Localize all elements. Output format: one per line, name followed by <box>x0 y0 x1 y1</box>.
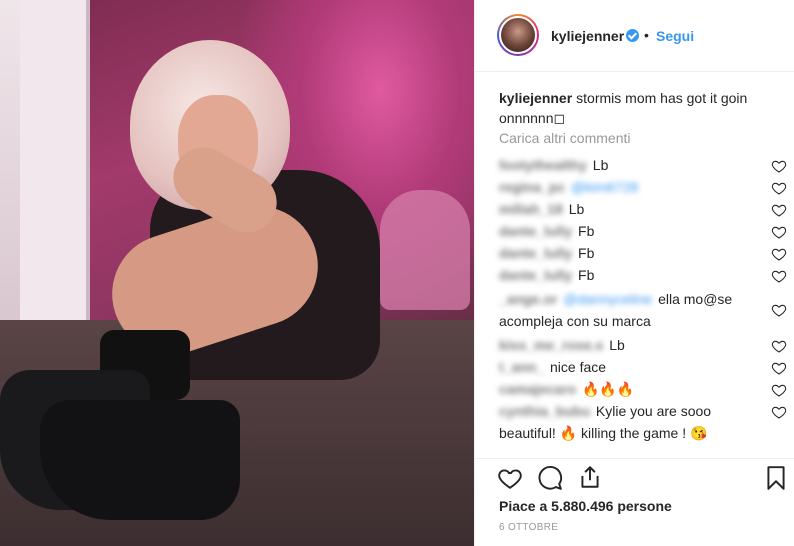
likes-count[interactable]: Piace a 5.880.496 persone <box>499 498 672 514</box>
share-icon[interactable] <box>577 464 603 490</box>
comment-text: nice face <box>550 359 607 375</box>
comment-text: Fb <box>578 245 595 261</box>
comment-like-heart-icon[interactable] <box>771 338 787 354</box>
comment-item: regina_pc @kim6728 <box>499 176 787 198</box>
comment-item: kiss_me_rose.s Lb <box>499 334 787 356</box>
comment-username[interactable]: cynthia_bubu <box>499 400 590 422</box>
post-caption: kyliejenner stormis mom has got it goin o… <box>499 88 779 128</box>
comment-item: footythealthy Lb <box>499 154 787 176</box>
comment-like-heart-icon[interactable] <box>771 302 787 318</box>
story-ring[interactable] <box>497 14 539 56</box>
comment-username[interactable]: dante_lully <box>499 264 572 286</box>
comment-like-heart-icon[interactable] <box>771 246 787 262</box>
post-header: kyliejenner • Segui <box>475 0 794 72</box>
comment-text: Lb <box>592 157 609 173</box>
comments-list: footythealthy Lb regina_pc @kim6728 mill… <box>499 154 787 444</box>
post-photo[interactable] <box>0 0 474 546</box>
post-author-username[interactable]: kyliejenner <box>551 28 624 44</box>
comment-item: t_ann_ nice face <box>499 356 787 378</box>
comment-item: dante_lully Fb <box>499 220 787 242</box>
photo-boot <box>40 400 240 520</box>
comment-username[interactable]: footythealthy <box>499 154 587 176</box>
comment-username[interactable]: kiss_me_rose.s <box>499 334 603 356</box>
load-more-comments-button[interactable]: Carica altri commenti <box>499 130 630 146</box>
comment-username[interactable]: t_ann_ <box>499 356 544 378</box>
comment-mention[interactable]: @kim6728 <box>571 176 638 198</box>
comment-item: dante_lully Fb <box>499 264 787 286</box>
comment-like-heart-icon[interactable] <box>771 180 787 196</box>
heart-icon[interactable] <box>497 465 523 491</box>
comment-item: camajecaro 🔥🔥🔥 <box>499 378 787 400</box>
comment-text: Fb <box>578 223 595 239</box>
comment-item: cynthia_bubu Kylie you are sooo beautifu… <box>499 400 787 444</box>
comment-item: _ange.or @dannyceline ella mo@se acomple… <box>499 288 787 332</box>
verified-badge-icon <box>626 29 639 42</box>
comment-text: 🔥🔥🔥 <box>581 381 635 397</box>
comment-username[interactable]: _ange.or <box>499 288 557 310</box>
comment-username[interactable]: dante_lully <box>499 242 572 264</box>
avatar[interactable] <box>499 16 537 54</box>
comment-like-heart-icon[interactable] <box>771 360 787 376</box>
comment-username[interactable]: camajecaro <box>499 378 576 400</box>
header-separator: • <box>644 27 649 43</box>
comment-item: dante_lully Fb <box>499 242 787 264</box>
photo-chair <box>380 190 470 310</box>
comment-bubble-icon[interactable] <box>537 465 563 491</box>
follow-button[interactable]: Segui <box>656 28 694 44</box>
comment-username[interactable]: dante_lully <box>499 220 572 242</box>
comment-username[interactable]: regina_pc <box>499 176 565 198</box>
comment-username[interactable]: millah_18 <box>499 198 563 220</box>
post-side-panel: kyliejenner • Segui kyliejenner stormis m… <box>474 0 794 546</box>
comment-like-heart-icon[interactable] <box>771 382 787 398</box>
photo-door <box>20 0 90 320</box>
comment-like-heart-icon[interactable] <box>771 268 787 284</box>
comment-like-heart-icon[interactable] <box>771 404 787 420</box>
comment-mention[interactable]: @dannyceline <box>563 288 652 310</box>
bookmark-icon[interactable] <box>763 465 789 491</box>
post-action-bar <box>475 458 794 498</box>
post-date[interactable]: 6 OTTOBRE <box>499 522 558 533</box>
comment-like-heart-icon[interactable] <box>771 202 787 218</box>
comment-text: Lb <box>609 337 625 353</box>
comment-item: millah_18 Lb <box>499 198 787 220</box>
comment-like-heart-icon[interactable] <box>771 224 787 240</box>
caption-username[interactable]: kyliejenner <box>499 90 572 106</box>
comment-text: Lb <box>568 201 585 217</box>
comment-like-heart-icon[interactable] <box>771 158 787 174</box>
comment-text: Fb <box>578 267 595 283</box>
